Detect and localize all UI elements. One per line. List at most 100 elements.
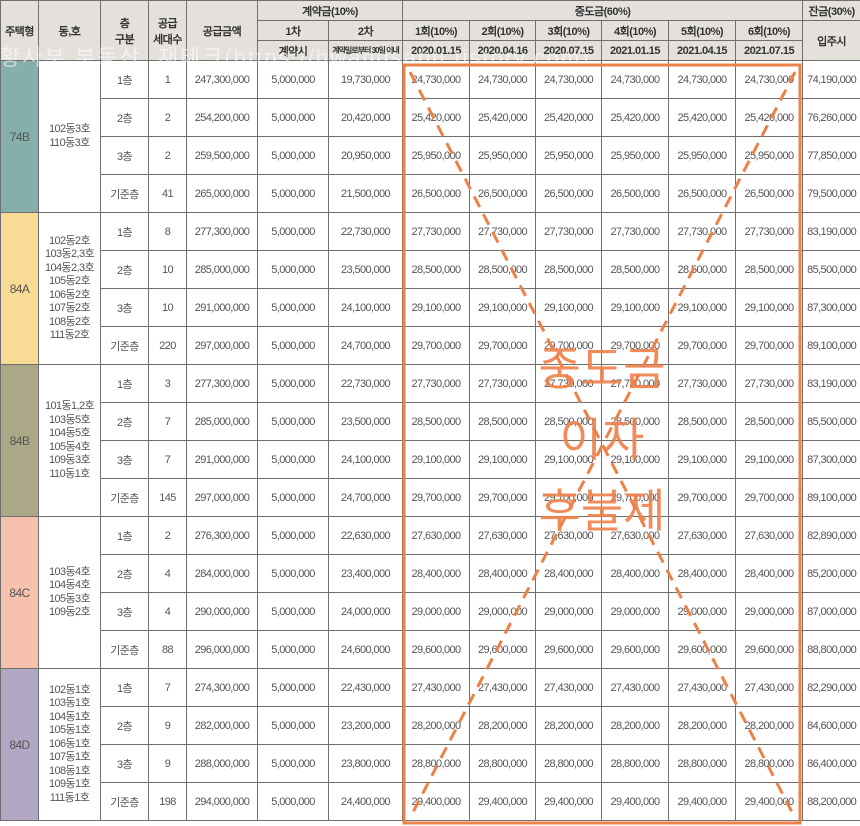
middle-payment-cell-4: 29,400,000	[601, 782, 670, 821]
middle-payment-cell-1: 26,500,000	[402, 174, 471, 213]
dong-ho-line: 103동1호	[48, 697, 91, 710]
table-row: 3층 2 259,500,000 5,000,000 20,950,000 25,950,…	[1, 136, 860, 175]
middle-payment-cell-6: 29,100,000	[735, 288, 804, 327]
middle-payment-cell-1: 24,730,000	[402, 60, 471, 99]
middle-payment-cell-5: 25,420,000	[668, 98, 737, 137]
floor-cell: 3층	[100, 440, 149, 479]
deposit-1-cell: 5,000,000	[257, 60, 329, 99]
deposit-1-cell: 5,000,000	[257, 630, 329, 669]
units-cell: 2	[148, 136, 187, 175]
middle-payment-cell-4: 28,500,000	[601, 250, 670, 289]
price-cell: 254,200,000	[186, 98, 258, 137]
header-floor-line2: 구분	[114, 33, 135, 46]
balance-cell: 87,300,000	[802, 440, 860, 479]
dong-ho-cell: 102동1호 103동1호 104동1호 105동1호 106동1호 107동1호 108동…	[38, 668, 101, 821]
header-balance: 잔금(30%)	[802, 0, 860, 21]
balance-cell: 84,600,000	[802, 706, 860, 745]
header-deposit-1-when: 계약시	[257, 40, 329, 61]
middle-payment-cell-5: 28,200,000	[668, 706, 737, 745]
deposit-1-cell: 5,000,000	[257, 516, 329, 555]
middle-payment-cell-6: 27,730,000	[735, 212, 804, 251]
floor-cell: 기준층	[100, 478, 149, 517]
header-middle: 중도금(60%)	[402, 0, 804, 21]
deposit-1-cell: 5,000,000	[257, 440, 329, 479]
middle-payment-cell-3: 28,400,000	[535, 554, 603, 593]
middle-payment-cell-5: 28,500,000	[668, 402, 737, 441]
middle-payment-cell-1: 25,950,000	[402, 136, 471, 175]
table-row: 84B 101동1,2호 103동5호 104동5호 105동4호 109동3호 110동1…	[0, 364, 860, 517]
deposit-1-cell: 5,000,000	[257, 782, 329, 821]
deposit-1-cell: 5,000,000	[257, 402, 329, 441]
middle-payment-cell-1: 27,630,000	[402, 516, 471, 555]
middle-payment-cell-3: 28,500,000	[535, 250, 603, 289]
table-row: 84D 102동1호 103동1호 104동1호 105동1호 106동1호 107동1호 1…	[0, 668, 860, 821]
dong-ho-cell: 103동4호 104동4호 105동3호 109동2호	[38, 516, 101, 669]
middle-payment-cell-4: 27,630,000	[601, 516, 670, 555]
deposit-1-cell: 5,000,000	[257, 98, 329, 137]
middle-payment-cell-2: 28,500,000	[469, 250, 537, 289]
middle-payment-cell-4: 28,200,000	[601, 706, 670, 745]
middle-payment-cell-2: 29,000,000	[469, 592, 537, 631]
middle-payment-cell-3: 29,700,000	[535, 326, 603, 365]
middle-payment-cell-3: 25,420,000	[535, 98, 603, 137]
table-body: 74B 102동3호 110동3호 1층 1 247,300,000 5,000,000 19…	[0, 60, 860, 821]
middle-payment-cell-5: 29,700,000	[668, 326, 737, 365]
balance-cell: 74,190,000	[802, 60, 860, 99]
units-cell: 4	[148, 554, 187, 593]
header-units-line1: 공급	[157, 17, 178, 30]
floor-cell: 기준층	[100, 326, 149, 365]
middle-payment-cell-4: 29,700,000	[601, 326, 670, 365]
header-units-line2: 세대수	[153, 33, 182, 46]
middle-payment-cell-1: 29,700,000	[402, 326, 471, 365]
middle-payment-cell-6: 28,200,000	[735, 706, 804, 745]
dong-ho-line: 105동1호	[48, 724, 91, 737]
middle-payment-cell-3: 25,950,000	[535, 136, 603, 175]
price-cell: 277,300,000	[186, 364, 258, 403]
middle-payment-cell-6: 27,730,000	[735, 364, 804, 403]
header-deposit: 계약금(10%)	[256, 0, 404, 21]
deposit-1-cell: 5,000,000	[257, 706, 329, 745]
units-cell: 198	[148, 782, 187, 821]
middle-payment-cell-3: 29,700,000	[535, 478, 603, 517]
dong-ho-cell: 101동1,2호 103동5호 104동5호 105동4호 109동3호 110동1호	[38, 364, 101, 517]
table-row: 2층 9 282,000,000 5,000,000 23,200,000 28,200,…	[1, 706, 860, 745]
middle-payment-cell-1: 29,000,000	[402, 592, 471, 631]
middle-payment-cell-3: 27,630,000	[535, 516, 603, 555]
middle-payment-cell-4: 25,420,000	[601, 98, 670, 137]
deposit-1-cell: 5,000,000	[257, 136, 329, 175]
middle-payment-cell-5: 27,730,000	[668, 212, 737, 251]
header-price: 공급금액	[186, 0, 258, 61]
deposit-1-cell: 5,000,000	[257, 326, 329, 365]
deposit-2-cell: 24,700,000	[327, 478, 404, 517]
dong-ho-line: 110동1호	[49, 467, 90, 480]
middle-payment-cell-2: 25,950,000	[469, 136, 537, 175]
floor-cell: 2층	[100, 554, 149, 593]
dong-ho-line: 109동3호	[48, 454, 91, 466]
middle-payment-cell-3: 27,430,000	[535, 668, 603, 707]
unit-type-cell: 74B	[0, 60, 39, 213]
deposit-2-cell: 24,100,000	[327, 288, 404, 327]
deposit-2-cell: 22,730,000	[327, 364, 404, 403]
table-row: 3층 4 290,000,000 5,000,000 24,000,000 29,000,…	[1, 592, 860, 631]
unit-type-cell: 84C	[0, 516, 39, 669]
price-cell: 276,300,000	[186, 516, 258, 555]
deposit-1-cell: 5,000,000	[257, 250, 329, 289]
middle-payment-cell-5: 25,950,000	[668, 136, 737, 175]
units-cell: 9	[148, 744, 187, 783]
balance-cell: 85,500,000	[802, 250, 860, 289]
header-type: 주택형	[0, 0, 39, 61]
dong-ho-line: 107동1호	[48, 751, 91, 764]
middle-payment-cell-4: 28,800,000	[601, 744, 670, 783]
middle-payment-cell-1: 28,400,000	[402, 554, 471, 593]
price-cell: 259,500,000	[186, 136, 258, 175]
middle-payment-cell-1: 28,800,000	[402, 744, 471, 783]
units-cell: 8	[148, 212, 187, 251]
balance-cell: 88,800,000	[802, 630, 860, 669]
middle-payment-cell-1: 25,420,000	[402, 98, 471, 137]
units-cell: 10	[148, 288, 187, 327]
deposit-2-cell: 23,800,000	[327, 744, 404, 783]
units-cell: 9	[148, 706, 187, 745]
middle-payment-cell-5: 29,700,000	[668, 478, 737, 517]
price-cell: 284,000,000	[186, 554, 258, 593]
middle-payment-cell-3: 29,400,000	[535, 782, 603, 821]
